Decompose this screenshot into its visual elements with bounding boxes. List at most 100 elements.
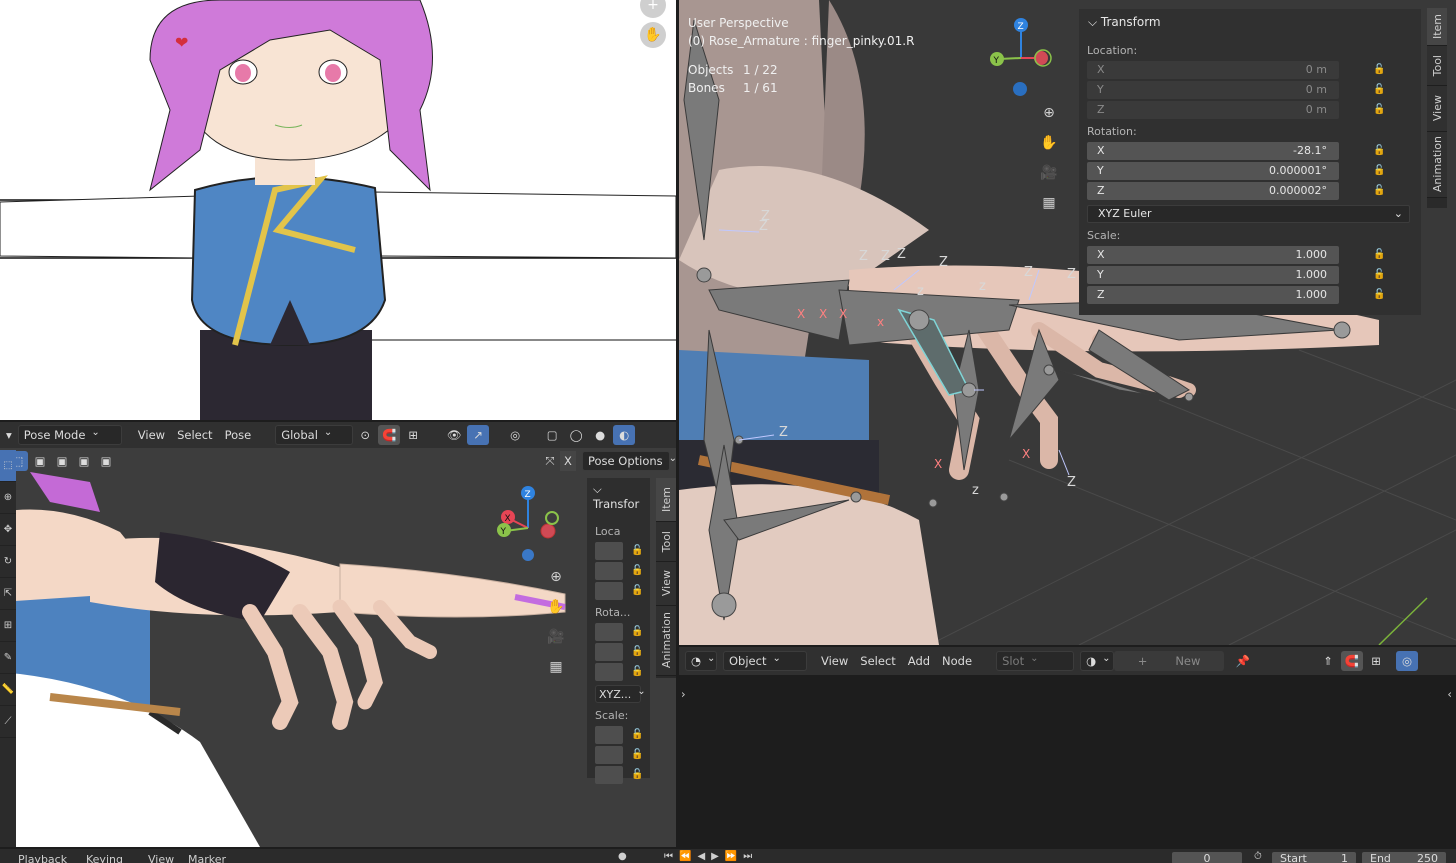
visibility-icon[interactable]: 👁 [443, 425, 465, 445]
slot-dropdown[interactable]: Slot [996, 651, 1075, 671]
start-frame-field[interactable]: Start 1 [1272, 852, 1356, 863]
lock-icon[interactable]: 🔓 [631, 666, 643, 677]
tab-tool[interactable]: Tool [1427, 46, 1447, 86]
rotation-mode-dropdown[interactable]: XYZ... [595, 685, 641, 703]
scale-x-field[interactable] [595, 725, 623, 744]
lock-icon[interactable]: 🔓 [631, 626, 643, 637]
pose-x-mirror-toggle[interactable]: X [560, 451, 576, 471]
lock-icon[interactable]: 🔓 [1373, 269, 1387, 281]
select-extend-icon[interactable]: ▣ [30, 451, 50, 471]
sidebar-expand-icon[interactable]: ‹ [1447, 687, 1452, 701]
bone-tool-icon[interactable]: ⟋ [0, 706, 16, 738]
hand-pan-icon[interactable]: ✋ [640, 22, 666, 48]
pin-icon[interactable]: 📌 [1232, 651, 1254, 671]
rotation-y-field[interactable]: Y 0.000001° [1087, 161, 1339, 180]
lock-icon[interactable]: 🔓 [1373, 249, 1387, 261]
lock-icon[interactable]: 🔓 [631, 729, 643, 740]
lock-icon[interactable]: 🔓 [631, 646, 643, 657]
menu-select[interactable]: Select [854, 651, 901, 671]
snap-icon[interactable]: 🧲 [378, 425, 401, 445]
lock-icon[interactable]: 🔓 [1373, 104, 1387, 116]
orientation-dropdown[interactable]: Global [275, 425, 354, 445]
editor-type-icon[interactable]: ◔ [685, 651, 717, 671]
pose-options-dropdown[interactable]: Pose Options [582, 451, 670, 471]
move-tool-icon[interactable]: ✥ [0, 514, 16, 546]
lock-icon[interactable]: 🔓 [631, 769, 643, 780]
lock-icon[interactable]: 🔓 [1373, 289, 1387, 301]
location-y-field[interactable]: Y 0 m [1087, 80, 1339, 99]
menu-playback[interactable]: Playback [18, 853, 67, 863]
zoom-icon[interactable]: ⊕ [1036, 100, 1062, 126]
editor-type-icon[interactable]: ▾ [0, 425, 18, 445]
scale-x-field[interactable]: X 1.000 [1087, 245, 1339, 264]
lock-icon[interactable]: 🔓 [1373, 145, 1387, 157]
location-x-field[interactable] [595, 541, 623, 560]
hand-pan-icon[interactable]: ✋ [543, 594, 569, 620]
transform-icon[interactable]: ⤧ [539, 451, 561, 471]
select-tool-icon[interactable]: ⬚ [0, 450, 16, 482]
cursor-tool-icon[interactable]: ⊕ [0, 482, 16, 514]
location-z-field[interactable] [595, 581, 623, 600]
menu-view[interactable]: View [148, 853, 174, 863]
select-intersect-icon[interactable]: ▣ [96, 451, 116, 471]
menu-view[interactable]: View [815, 651, 854, 671]
tab-animation[interactable]: Animation [656, 606, 676, 676]
gizmo-toggle-icon[interactable]: ↗ [467, 425, 490, 445]
snap-icon[interactable]: 🧲 [1341, 651, 1364, 671]
shader-type-dropdown[interactable]: Object [723, 651, 807, 671]
location-y-field[interactable] [595, 561, 623, 580]
menu-select[interactable]: Select [171, 425, 218, 445]
transform-panel-header[interactable]: ⌵ Transform [1079, 9, 1421, 30]
zoom-icon[interactable]: ⊕ [543, 564, 569, 590]
snap-target-icon[interactable]: ⊞ [402, 425, 424, 445]
rotation-z-field[interactable]: Z 0.000002° [1087, 181, 1339, 200]
camera-icon[interactable]: 🎥 [1036, 160, 1062, 186]
tab-item[interactable]: Item [1427, 8, 1447, 46]
material-browse-icon[interactable]: ◑ [1080, 651, 1115, 671]
lock-icon[interactable]: 🔓 [1373, 185, 1387, 197]
overlay-icon[interactable]: ◎ [1396, 651, 1419, 671]
location-z-field[interactable]: Z 0 m [1087, 100, 1339, 119]
tab-item[interactable]: Item [656, 478, 676, 522]
scale-y-field[interactable]: Y 1.000 [1087, 265, 1339, 284]
grid-perspective-icon[interactable]: ▦ [543, 654, 569, 680]
scale-y-field[interactable] [595, 745, 623, 764]
lock-icon[interactable]: 🔓 [1373, 64, 1387, 76]
annotate-tool-icon[interactable]: ✎ [0, 642, 16, 674]
rotation-z-field[interactable] [595, 662, 623, 681]
scale-tool-icon[interactable]: ⇱ [0, 578, 16, 610]
grid-perspective-icon[interactable]: ▦ [1036, 190, 1062, 216]
select-invert-icon[interactable]: ▣ [74, 451, 94, 471]
left-3d-viewport[interactable]: ▾ Pose Mode View Select Pose Global ⊙ 🧲 … [0, 422, 676, 847]
tab-animation[interactable]: Animation [1427, 132, 1447, 198]
material-shading-icon[interactable]: ◐ [613, 425, 636, 445]
new-material-button[interactable]: + New [1114, 651, 1225, 671]
hand-pan-icon[interactable]: ✋ [1036, 130, 1062, 156]
end-frame-field[interactable]: End 250 [1362, 852, 1446, 863]
lock-icon[interactable]: 🔓 [631, 545, 643, 556]
rotation-x-field[interactable] [595, 622, 623, 641]
menu-add[interactable]: Add [902, 651, 936, 671]
lock-icon[interactable]: 🔓 [631, 565, 643, 576]
camera-icon[interactable]: 🎥 [543, 624, 569, 650]
snap-grid-icon[interactable]: ⊞ [1365, 651, 1387, 671]
rotation-mode-dropdown[interactable]: XYZ Euler ⌄ [1087, 204, 1410, 223]
navigation-gizmo[interactable]: Z Y [985, 12, 1065, 102]
xray-icon[interactable]: ▢ [541, 425, 563, 445]
wireframe-shading-icon[interactable]: ◯ [565, 425, 587, 445]
scale-z-field[interactable]: Z 1.000 [1087, 285, 1339, 304]
select-subtract-icon[interactable]: ▣ [52, 451, 72, 471]
playback-controls-icon[interactable]: ⏮⏪◀▶⏩⏭ [664, 851, 758, 862]
parent-node-icon[interactable]: ⇑ [1317, 651, 1339, 671]
tab-tool[interactable]: Tool [656, 522, 676, 562]
lock-icon[interactable]: 🔓 [631, 749, 643, 760]
menu-keying[interactable]: Keying [86, 853, 123, 863]
rotate-tool-icon[interactable]: ↻ [0, 546, 16, 578]
shader-editor[interactable]: ◔ Object View Select Add Node Slot ◑ + Ne… [679, 647, 1456, 847]
location-x-field[interactable]: X 0 m [1087, 60, 1339, 79]
menu-view[interactable]: View [132, 425, 171, 445]
pivot-icon[interactable]: ⊙ [354, 425, 376, 445]
current-frame-field[interactable]: 0 [1172, 852, 1242, 863]
right-3d-viewport[interactable]: ZZZZ ZZZz zZzZ Z XXX XXx User Perspectiv… [679, 0, 1456, 645]
solid-shading-icon[interactable]: ● [589, 425, 611, 445]
